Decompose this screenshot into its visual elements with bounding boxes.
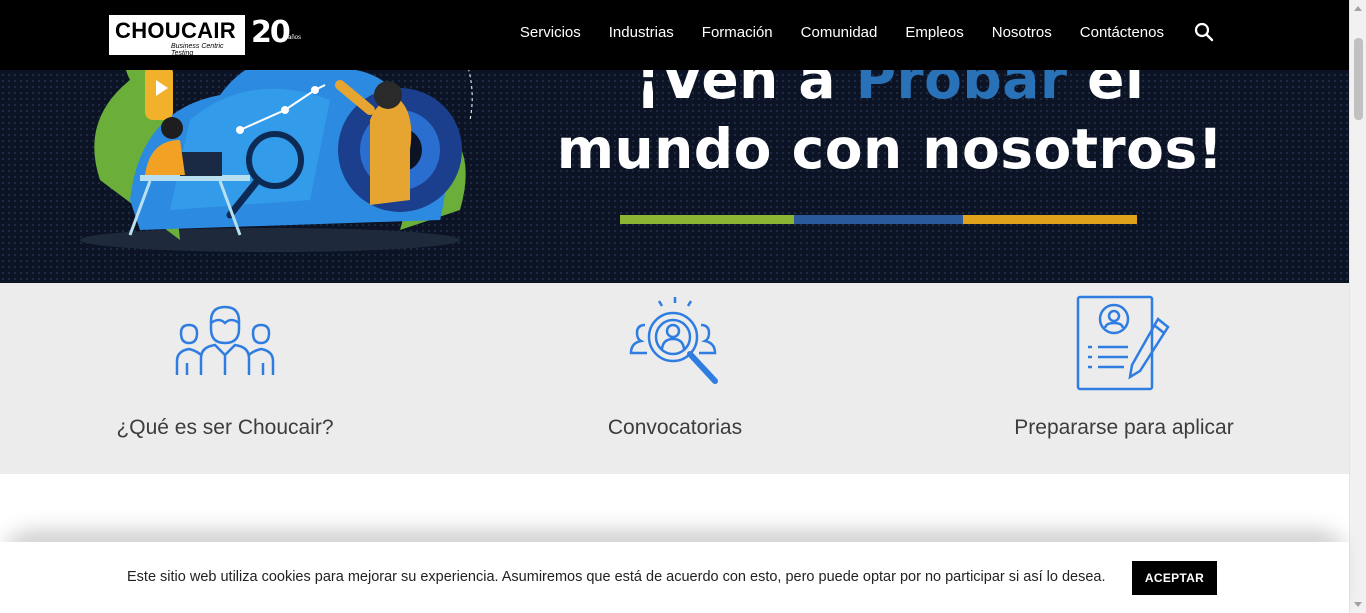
feature-prepararse-para-aplicar[interactable]: Prepararse para aplicar — [924, 283, 1324, 474]
cookie-banner: Este sitio web utiliza cookies para mejo… — [0, 542, 1349, 613]
team-icon — [175, 305, 275, 375]
scroll-down-arrow-icon[interactable] — [1354, 602, 1362, 607]
resume-edit-icon — [1076, 295, 1170, 391]
hero-bar-orange — [963, 215, 1137, 224]
nav-item-servicios[interactable]: Servicios — [520, 24, 581, 41]
nav-item-contactenos[interactable]: Contáctenos — [1080, 24, 1164, 41]
accept-cookies-button[interactable]: ACEPTAR — [1132, 561, 1217, 595]
nav-item-nosotros[interactable]: Nosotros — [992, 24, 1052, 41]
nav-item-empleos[interactable]: Empleos — [905, 24, 963, 41]
feature-label: ¿Qué es ser Choucair? — [116, 416, 334, 439]
search-people-icon — [629, 297, 718, 384]
feature-convocatorias[interactable]: Convocatorias — [475, 283, 875, 474]
logo-tagline: Business Centric Testing — [171, 43, 224, 57]
nav-item-comunidad[interactable]: Comunidad — [801, 24, 878, 41]
logo-wordmark: CHOUCAIR — [115, 18, 236, 43]
logo-box: CHOUCAIR Business Centric Testing — [107, 13, 247, 57]
feature-label: Prepararse para aplicar — [1014, 416, 1234, 439]
feature-que-es-ser-choucair[interactable]: ¿Qué es ser Choucair? — [25, 283, 425, 474]
site-header: CHOUCAIR Business Centric Testing 20 año… — [0, 0, 1349, 70]
logo-anniversary-sub: años — [288, 35, 302, 41]
hero-line-2: mundo con nosotros! — [556, 117, 1224, 181]
main-nav: Servicios Industrias Formación Comunidad… — [520, 0, 1214, 64]
hero-bar-green — [620, 215, 794, 224]
features-section: ¿Qué es ser Choucair? Convocatorias Prep… — [0, 283, 1349, 474]
feature-label: Convocatorias — [607, 416, 743, 439]
scroll-up-arrow-icon[interactable] — [1354, 6, 1362, 11]
page-scrollbar[interactable] — [1349, 0, 1366, 613]
nav-item-industrias[interactable]: Industrias — [609, 24, 674, 41]
search-icon[interactable] — [1194, 22, 1214, 42]
hero-color-bar — [620, 215, 1137, 224]
scroll-thumb[interactable] — [1354, 38, 1363, 120]
hero-bar-blue — [794, 215, 963, 224]
choucair-logo[interactable]: CHOUCAIR Business Centric Testing 20 año… — [107, 13, 303, 57]
nav-item-formacion[interactable]: Formación — [702, 24, 773, 41]
cookie-message: Este sitio web utiliza cookies para mejo… — [127, 569, 1106, 585]
logo-anniversary: 20 — [251, 15, 291, 50]
